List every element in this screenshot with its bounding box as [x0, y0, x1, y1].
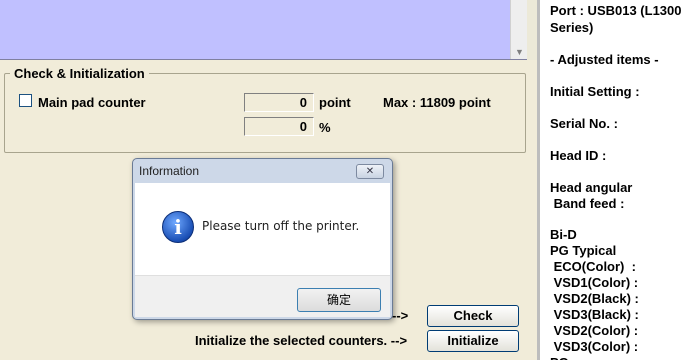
point-value-field: 0	[244, 93, 314, 112]
dialog-title: Information	[139, 164, 200, 178]
dialog-body: i Please turn off the printer.	[135, 183, 390, 275]
check-arrow: -->	[392, 308, 409, 323]
main-pad-label: Main pad counter	[38, 95, 146, 110]
main-pad-checkbox[interactable]	[19, 94, 32, 107]
group-title: Check & Initialization	[10, 66, 149, 81]
initialize-button[interactable]: Initialize	[427, 330, 519, 352]
top-list-pane[interactable]: ▼	[0, 0, 527, 60]
point-unit: point	[319, 95, 351, 110]
right-info-panel: Port : USB013 (L1300 Series) - Adjusted …	[537, 0, 689, 360]
close-icon[interactable]: ✕	[356, 164, 384, 179]
pg-label-cut: PG	[550, 355, 569, 360]
info-icon: i	[162, 211, 194, 243]
band-feed-label: Band feed :	[550, 196, 625, 211]
ok-button[interactable]: 确定	[297, 288, 381, 312]
max-text: Max : 11809 point	[383, 95, 491, 110]
percent-value-field: 0	[244, 117, 314, 136]
vsd3-color-label: VSD3(Color) :	[550, 339, 639, 354]
percent-unit: %	[319, 120, 331, 135]
vsd2-color-label: VSD2(Color) :	[550, 323, 639, 338]
adjusted-items-label: - Adjusted items -	[550, 52, 659, 67]
eco-color-label: ECO(Color) :	[550, 259, 636, 274]
vsd1-color-label: VSD1(Color) :	[550, 275, 639, 290]
pg-typical-label: PG Typical	[550, 243, 617, 258]
port-line2: Series)	[550, 20, 594, 35]
initial-setting-label: Initial Setting :	[550, 84, 640, 99]
port-line1: Port : USB013 (L1300	[550, 3, 682, 18]
information-dialog: Information ✕ i Please turn off the prin…	[132, 158, 393, 320]
head-angular-label: Head angular	[550, 180, 633, 195]
dialog-footer: 确定	[135, 275, 390, 317]
scroll-down-arrow-icon[interactable]: ▼	[515, 47, 524, 57]
vsd2-black-label: VSD2(Black) :	[550, 291, 639, 306]
vsd3-black-label: VSD3(Black) :	[550, 307, 639, 322]
vertical-scrollbar[interactable]: ▼	[510, 0, 527, 59]
head-id-label: Head ID :	[550, 148, 607, 163]
check-button[interactable]: Check	[427, 305, 519, 327]
dialog-message: Please turn off the printer.	[202, 219, 360, 233]
serial-label: Serial No. :	[550, 116, 618, 131]
initialize-text: Initialize the selected counters. -->	[195, 333, 408, 348]
bi-d-label: Bi-D	[550, 227, 577, 242]
check-init-group: Check & Initialization Main pad counter …	[4, 66, 526, 153]
